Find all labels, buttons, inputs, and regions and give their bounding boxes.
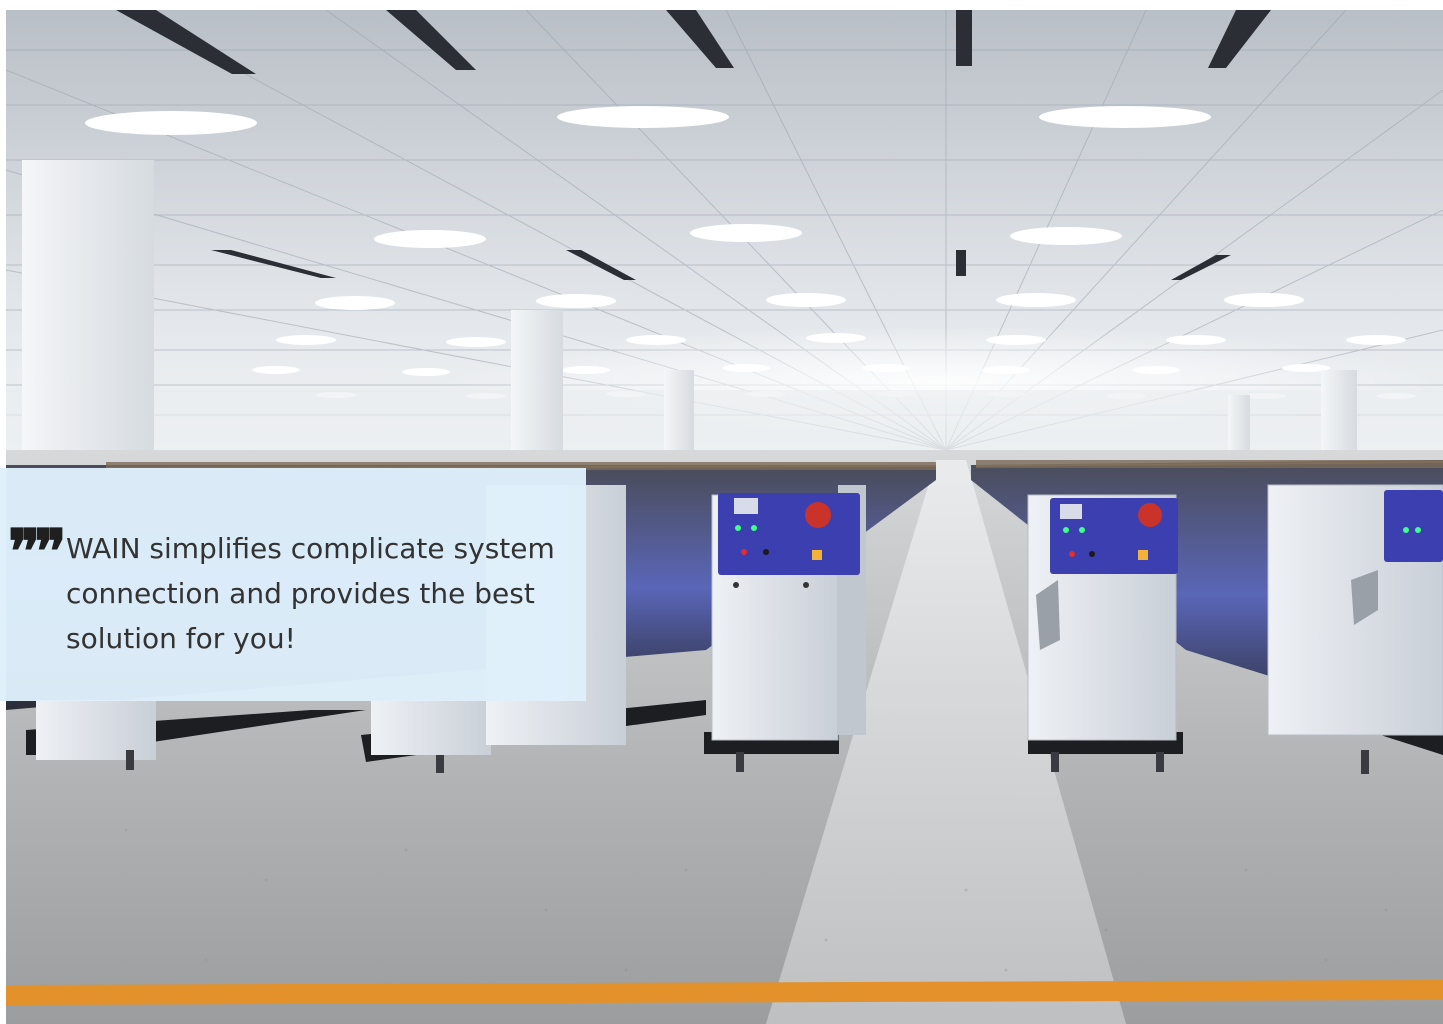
hero-section: ❞❞ WAIN simplifies complicate system con… (0, 0, 1443, 1024)
quote-mark-icon: ❞❞ (8, 517, 67, 587)
cabinet-right (1027, 494, 1178, 741)
cabinet-left (711, 485, 866, 741)
quote-text: WAIN simplifies complicate system connec… (66, 532, 555, 655)
testimonial-quote-panel: ❞❞ WAIN simplifies complicate system con… (0, 468, 586, 701)
cabinet-far-right (1267, 484, 1443, 736)
